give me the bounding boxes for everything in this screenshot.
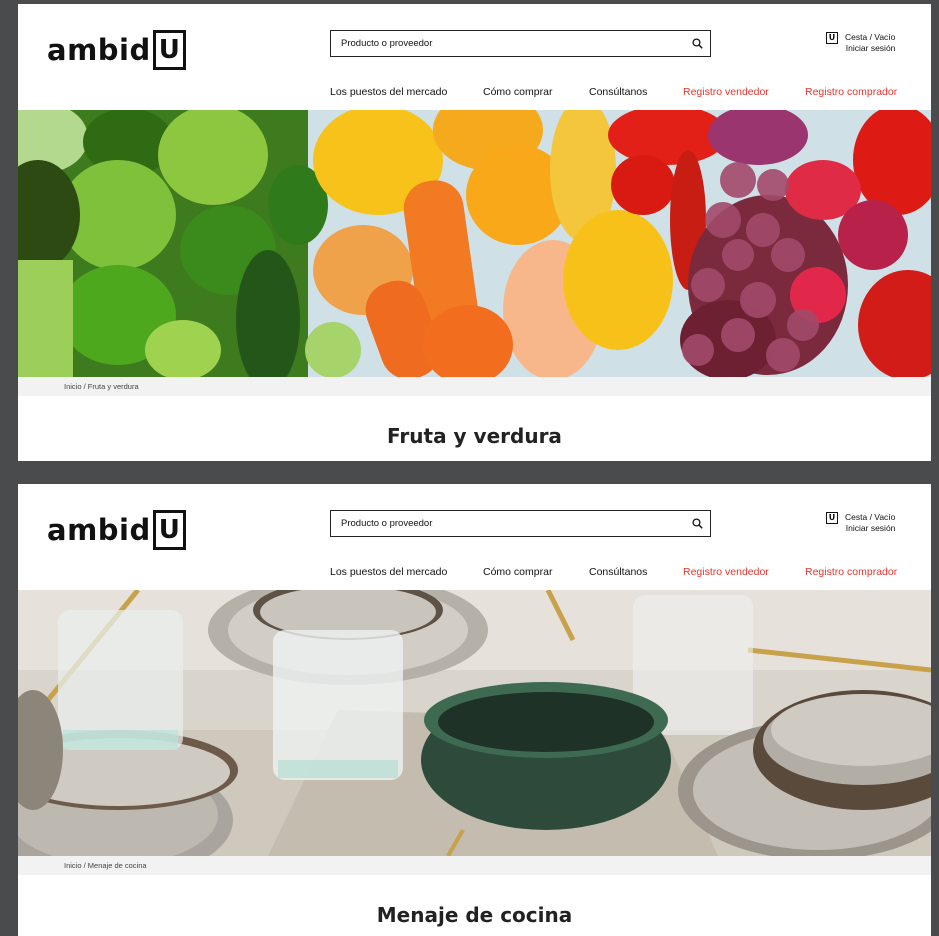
breadcrumb-current: Menaje de cocina [87,861,147,870]
nav-registro-comprador[interactable]: Registro comprador [805,85,897,99]
login-link[interactable]: Iniciar sesión [846,523,896,534]
main-nav: Los puestos del mercado Cómo comprar Con… [18,85,931,99]
hero-image-tableware [18,590,931,856]
nav-puestos-mercado[interactable]: Los puestos del mercado [330,85,447,99]
nav-consultanos[interactable]: Consúltanos [589,565,647,579]
nav-registro-vendedor[interactable]: Registro vendedor [683,85,769,99]
breadcrumb-home-link[interactable]: Inicio [64,861,82,870]
page-title: Menaje de cocina [376,903,573,927]
category-page-menaje: ambid U U Cesta / Vacío Iniciar sesión L… [18,484,931,936]
nav-como-comprar[interactable]: Cómo comprar [483,85,552,99]
basket-widget[interactable]: U Cesta / Vacío Iniciar sesión [826,32,895,54]
search-input[interactable] [331,511,684,536]
nav-registro-vendedor[interactable]: Registro vendedor [683,565,769,579]
main-nav: Los puestos del mercado Cómo comprar Con… [18,565,931,579]
ambidu-logo[interactable]: ambid U [47,508,186,552]
logo-box-letter: U [152,510,186,550]
hero-image-fruits-vegetables [18,110,931,377]
breadcrumb: Inicio / Menaje de cocina [18,856,931,875]
login-link[interactable]: Iniciar sesión [846,43,896,54]
page-title: Fruta y verdura [387,424,562,448]
nav-registro-comprador[interactable]: Registro comprador [805,565,897,579]
category-page-fruta: ambid U U Cesta / Vacío Iniciar sesión L… [18,4,931,461]
search-icon[interactable] [684,511,710,536]
ambidu-logo[interactable]: ambid U [47,28,186,72]
basket-status-link[interactable]: Cesta / Vacío [845,32,895,43]
basket-status-link[interactable]: Cesta / Vacío [845,512,895,523]
breadcrumb-home-link[interactable]: Inicio [64,382,82,391]
basket-widget[interactable]: U Cesta / Vacío Iniciar sesión [826,512,895,534]
basket-icon[interactable]: U [826,32,838,44]
breadcrumb-current: Fruta y verdura [87,382,139,391]
logo-wordmark: ambid [47,512,151,547]
nav-consultanos[interactable]: Consúltanos [589,85,647,99]
nav-como-comprar[interactable]: Cómo comprar [483,565,552,579]
logo-box-letter: U [152,30,186,70]
logo-wordmark: ambid [47,32,151,67]
search-icon[interactable] [684,31,710,56]
search-bar [330,510,711,537]
breadcrumb: Inicio / Fruta y verdura [18,377,931,396]
search-input[interactable] [331,31,684,56]
search-bar [330,30,711,57]
nav-puestos-mercado[interactable]: Los puestos del mercado [330,565,447,579]
basket-icon[interactable]: U [826,512,838,524]
